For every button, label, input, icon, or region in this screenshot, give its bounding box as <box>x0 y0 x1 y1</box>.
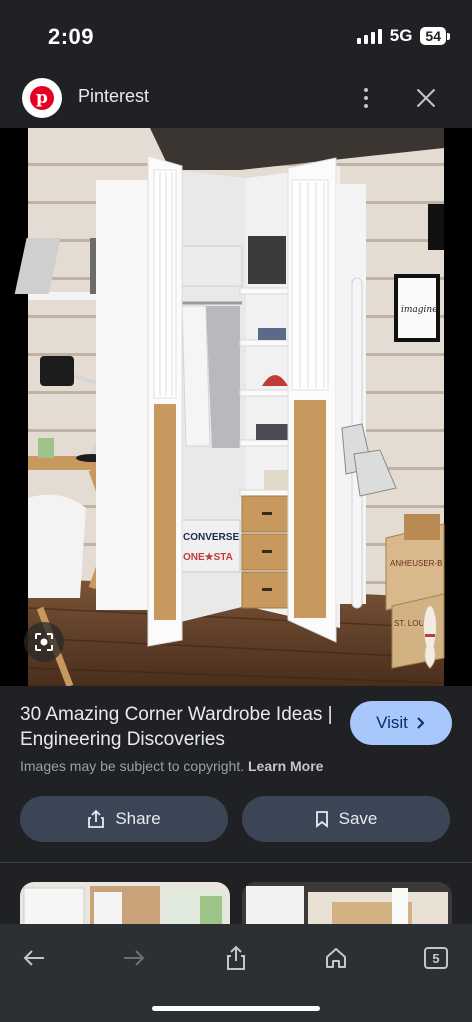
bookmark-icon <box>315 811 328 828</box>
related-images <box>20 882 472 926</box>
close-icon[interactable] <box>412 84 440 112</box>
back-arrow-icon[interactable] <box>14 938 54 978</box>
copyright-notice: Images may be subject to copyright. Lear… <box>20 758 323 774</box>
wardrobe-photo: CONVERSE ONE★STA imagine ANHEUSER-B ST. … <box>0 128 472 686</box>
logo-letter: p <box>30 86 54 110</box>
result-image[interactable]: CONVERSE ONE★STA imagine ANHEUSER-B ST. … <box>0 128 472 686</box>
poster-text: imagine <box>401 305 438 315</box>
more-options-icon[interactable] <box>354 82 378 114</box>
browser-toolbar: 5 <box>0 924 472 1022</box>
share-icon <box>88 809 105 828</box>
status-time: 2:09 <box>48 24 95 49</box>
share-button[interactable]: Share <box>20 796 228 842</box>
home-icon[interactable] <box>316 938 356 978</box>
related-thumbnail-image <box>20 882 230 926</box>
site-name[interactable]: Pinterest <box>78 86 149 107</box>
learn-more-link[interactable]: Learn More <box>248 758 323 774</box>
box-label-2: ONE★STA <box>183 552 233 563</box>
chevron-right-icon <box>417 717 425 729</box>
tab-count: 5 <box>424 947 448 969</box>
signal-icon <box>356 28 382 44</box>
box-label-1: CONVERSE <box>183 532 239 543</box>
related-thumbnail-image <box>242 882 452 926</box>
visit-label: Visit <box>376 713 408 732</box>
status-bar: 2:09 5G 54 <box>0 0 472 72</box>
tabs-icon[interactable]: 5 <box>416 938 456 978</box>
pinterest-logo-icon: p <box>22 78 62 118</box>
share-page-icon[interactable] <box>216 938 256 978</box>
forward-arrow-icon[interactable] <box>114 938 154 978</box>
lens-search-icon[interactable] <box>24 622 64 662</box>
related-thumbnail[interactable] <box>20 882 230 926</box>
related-thumbnail[interactable] <box>242 882 452 926</box>
source-header: p Pinterest <box>0 72 472 128</box>
result-title[interactable]: 30 Amazing Corner Wardrobe Ideas | Engin… <box>20 702 340 752</box>
battery-icon: 54 <box>420 27 450 45</box>
save-button[interactable]: Save <box>242 796 450 842</box>
status-icons: 5G 54 <box>356 26 450 46</box>
crate-label-1: ANHEUSER-B <box>390 559 442 568</box>
divider <box>0 862 472 863</box>
copyright-text: Images may be subject to copyright. <box>20 758 245 774</box>
network-type: 5G <box>389 26 413 45</box>
visit-button[interactable]: Visit <box>350 701 452 745</box>
home-indicator[interactable] <box>152 1006 320 1011</box>
share-label: Share <box>115 809 161 828</box>
save-label: Save <box>338 809 378 828</box>
